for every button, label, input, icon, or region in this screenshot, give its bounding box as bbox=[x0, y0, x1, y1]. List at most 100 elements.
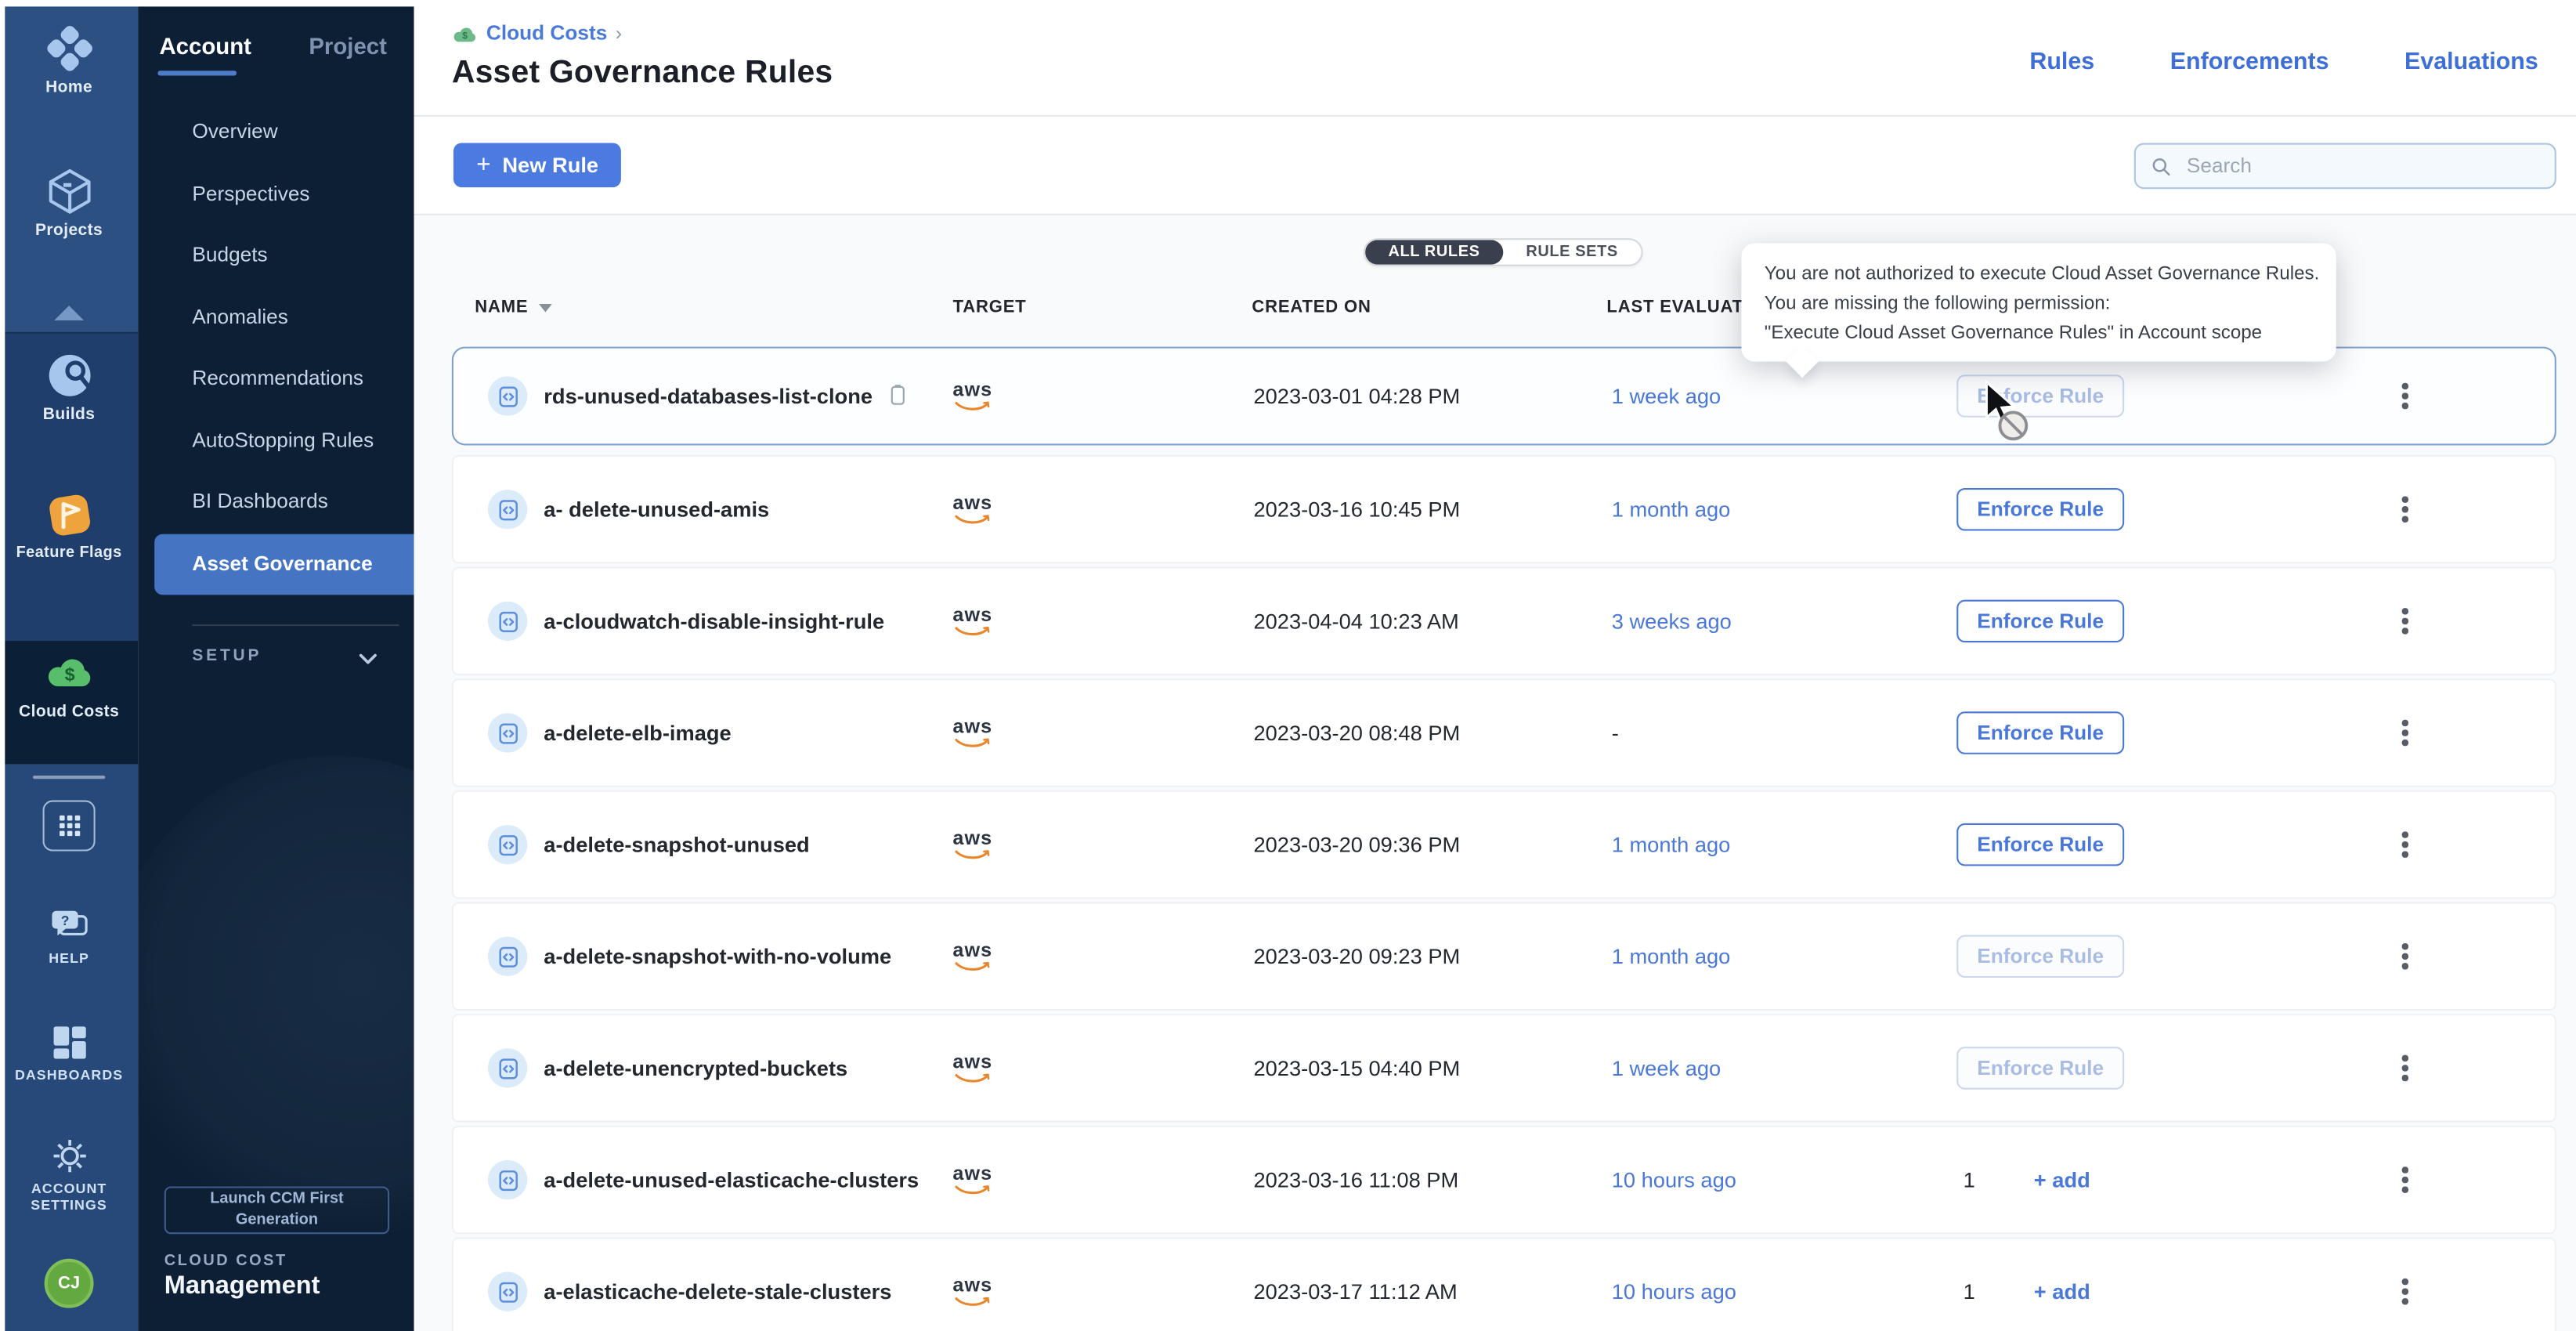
user-avatar[interactable]: CJ bbox=[45, 1259, 94, 1308]
breadcrumb-cloud-costs-link[interactable]: Cloud Costs bbox=[486, 21, 607, 44]
aws-smile-icon bbox=[955, 624, 991, 638]
tab-rule-sets[interactable]: RULE SETS bbox=[1503, 240, 1641, 264]
product-eyebrow: CLOUD COST bbox=[164, 1252, 287, 1270]
last-evaluation-link[interactable]: 10 hours ago bbox=[1612, 1167, 1736, 1192]
row-menu-kebab[interactable] bbox=[2392, 940, 2419, 973]
last-evaluation-link[interactable]: 1 month ago bbox=[1612, 832, 1731, 856]
nav-item-recommendations[interactable]: Recommendations bbox=[138, 349, 414, 411]
launch-ccm-first-gen-button[interactable]: Launch CCM First Generation bbox=[164, 1186, 389, 1234]
rules-view-toggle: ALL RULES RULE SETS bbox=[1364, 238, 1642, 266]
last-evaluation-link[interactable]: 1 month ago bbox=[1612, 497, 1731, 522]
nav-item-autostopping-rules[interactable]: AutoStopping Rules bbox=[138, 410, 414, 472]
harness-watermark bbox=[138, 756, 414, 1249]
page-header: $ Cloud Costs › Asset Governance Rules R… bbox=[414, 0, 2576, 117]
module-projects-label: Projects bbox=[0, 222, 138, 241]
nav-item-budgets[interactable]: Budgets bbox=[138, 225, 414, 287]
tab-all-rules[interactable]: ALL RULES bbox=[1365, 240, 1503, 264]
table-row[interactable]: a- delete-unused-amisaws2023-03-16 10:45… bbox=[452, 455, 2556, 563]
header-link-rules[interactable]: Rules bbox=[2029, 49, 2094, 76]
window-edge-top bbox=[0, 0, 2576, 6]
enforce-rule-button[interactable]: Enforce Rule bbox=[1956, 488, 2124, 531]
tab-project[interactable]: Project bbox=[309, 33, 387, 60]
search-input[interactable] bbox=[2184, 153, 2540, 179]
aws-target-label: aws bbox=[952, 940, 992, 960]
rule-icon bbox=[488, 602, 527, 641]
nav-item-bi-dashboards[interactable]: BI Dashboards bbox=[138, 472, 414, 533]
tab-account[interactable]: Account bbox=[159, 33, 251, 60]
add-enforcement-button[interactable]: + add bbox=[2034, 1279, 2090, 1304]
collapse-modules-icon[interactable] bbox=[54, 306, 84, 320]
table-row[interactable]: a-elasticache-delete-stale-clustersaws20… bbox=[452, 1237, 2556, 1331]
add-enforcement-button[interactable]: + add bbox=[2034, 1167, 2090, 1192]
aws-target-logo: aws bbox=[951, 1275, 994, 1308]
last-evaluation-link[interactable]: 10 hours ago bbox=[1612, 1279, 1736, 1304]
table-row[interactable]: a-delete-elb-imageaws2023-03-20 08:48 PM… bbox=[452, 678, 2556, 787]
copy-icon[interactable] bbox=[887, 384, 909, 408]
last-evaluation-link[interactable]: 1 week ago bbox=[1612, 384, 1721, 408]
row-menu-kebab[interactable] bbox=[2392, 1163, 2419, 1196]
table-row[interactable]: a-delete-unused-elasticache-clustersaws2… bbox=[452, 1126, 2556, 1234]
module-picker-button[interactable] bbox=[43, 801, 96, 852]
aws-smile-icon bbox=[955, 400, 991, 413]
header-link-enforcements[interactable]: Enforcements bbox=[2170, 49, 2329, 76]
svg-text:$: $ bbox=[64, 664, 74, 685]
svg-text:?: ? bbox=[60, 913, 69, 928]
enforce-rule-button[interactable]: Enforce Rule bbox=[1956, 374, 2124, 418]
column-header-created-on: CREATED ON bbox=[1252, 298, 1371, 317]
new-rule-button[interactable]: + New Rule bbox=[453, 143, 622, 187]
enforce-rule-button[interactable]: Enforce Rule bbox=[1956, 823, 2124, 866]
module-builds[interactable]: Builds bbox=[0, 350, 138, 425]
row-menu-kebab[interactable] bbox=[2392, 493, 2419, 526]
enforcement-count: 1 bbox=[1964, 1279, 1975, 1304]
account-settings-button[interactable]: ACCOUNT SETTINGS bbox=[0, 1135, 138, 1213]
row-menu-kebab[interactable] bbox=[2392, 828, 2419, 861]
enforce-rule-button[interactable]: Enforce Rule bbox=[1956, 1047, 2124, 1090]
created-on: 2023-03-20 09:36 PM bbox=[1253, 832, 1460, 856]
dashboards-button[interactable]: DASHBOARDS bbox=[0, 1022, 138, 1084]
module-feature-flags[interactable]: Feature Flags bbox=[0, 490, 138, 563]
enforce-rule-button[interactable]: Enforce Rule bbox=[1956, 935, 2124, 978]
help-button[interactable]: ? HELP bbox=[0, 906, 138, 968]
table-row[interactable]: a-delete-unencrypted-bucketsaws2023-03-1… bbox=[452, 1014, 2556, 1122]
page-title: Asset Governance Rules bbox=[452, 54, 833, 92]
header-link-evaluations[interactable]: Evaluations bbox=[2404, 49, 2538, 76]
table-row[interactable]: a-cloudwatch-disable-insight-ruleaws2023… bbox=[452, 567, 2556, 675]
cloud-costs-subnav: Account Project OverviewPerspectivesBudg… bbox=[138, 0, 414, 1331]
row-menu-kebab[interactable] bbox=[2392, 605, 2419, 638]
aws-smile-icon bbox=[955, 848, 991, 861]
module-home[interactable]: Home bbox=[0, 23, 138, 97]
aws-target-label: aws bbox=[952, 828, 992, 848]
tooltip-line: You are missing the following permission… bbox=[1765, 289, 2314, 319]
new-rule-label: New Rule bbox=[502, 153, 598, 177]
nav-item-anomalies[interactable]: Anomalies bbox=[138, 287, 414, 349]
module-projects[interactable]: Projects bbox=[0, 166, 138, 241]
table-row[interactable]: a-delete-snapshot-unusedaws2023-03-20 09… bbox=[452, 790, 2556, 899]
column-header-target: TARGET bbox=[953, 298, 1027, 317]
last-evaluation-link[interactable]: 1 week ago bbox=[1612, 1056, 1721, 1080]
rule-name: a- delete-unused-amis bbox=[544, 497, 769, 522]
setup-section-toggle[interactable]: SETUP bbox=[138, 642, 414, 678]
row-menu-kebab[interactable] bbox=[2392, 1275, 2419, 1308]
column-header-name[interactable]: NAME bbox=[475, 298, 551, 317]
nav-item-asset-governance[interactable]: Asset Governance bbox=[154, 533, 414, 595]
plus-icon: + bbox=[476, 151, 490, 179]
nav-item-perspectives[interactable]: Perspectives bbox=[138, 164, 414, 226]
enforcement-count: 1 bbox=[1964, 1167, 1975, 1192]
enforce-rule-button[interactable]: Enforce Rule bbox=[1956, 600, 2124, 643]
tooltip-line: You are not authorized to execute Cloud … bbox=[1765, 259, 2314, 289]
last-evaluation-link[interactable]: 1 month ago bbox=[1612, 944, 1731, 968]
last-evaluation-link[interactable]: 3 weeks ago bbox=[1612, 609, 1732, 633]
table-row[interactable]: a-delete-snapshot-with-no-volumeaws2023-… bbox=[452, 902, 2556, 1011]
module-cloud-costs[interactable]: $ Cloud Costs bbox=[0, 647, 138, 722]
enforce-rule-button[interactable]: Enforce Rule bbox=[1956, 711, 2124, 754]
row-menu-kebab[interactable] bbox=[2392, 717, 2419, 750]
created-on: 2023-03-17 11:12 AM bbox=[1253, 1279, 1457, 1304]
window-edge-left bbox=[0, 0, 5, 1331]
row-menu-kebab[interactable] bbox=[2392, 380, 2419, 413]
aws-target-label: aws bbox=[952, 717, 992, 736]
row-menu-kebab[interactable] bbox=[2392, 1051, 2419, 1084]
aws-smile-icon bbox=[955, 1183, 991, 1196]
aws-smile-icon bbox=[955, 1295, 991, 1308]
nav-item-overview[interactable]: Overview bbox=[138, 102, 414, 164]
created-on: 2023-03-01 04:28 PM bbox=[1253, 384, 1460, 408]
